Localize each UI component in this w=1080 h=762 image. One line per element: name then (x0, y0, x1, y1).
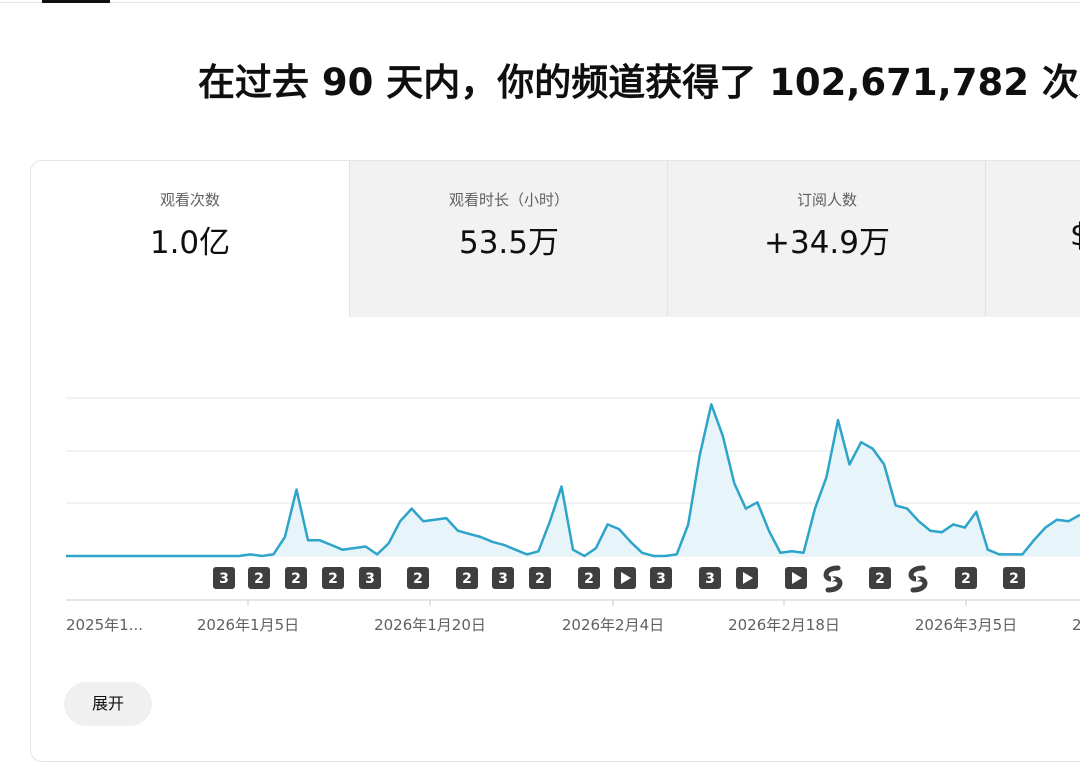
marker-count: 2 (535, 571, 545, 587)
x-tick-label: 2026年3月5日 (915, 616, 1017, 634)
x-tick-label: 2026年2月18日 (728, 616, 840, 634)
video-count-marker[interactable]: 2 (285, 567, 307, 589)
video-count-marker[interactable]: 2 (1003, 567, 1025, 589)
shorts-marker-icon[interactable] (908, 565, 928, 593)
marker-count: 2 (462, 571, 472, 587)
marker-count: 2 (584, 571, 594, 587)
video-count-marker[interactable]: 3 (213, 567, 235, 589)
video-count-marker[interactable]: 2 (407, 567, 429, 589)
video-count-marker[interactable]: 3 (699, 567, 721, 589)
x-tick-label: 2026年1月20日 (374, 616, 486, 634)
marker-count: 3 (219, 571, 229, 587)
video-count-marker[interactable]: 2 (955, 567, 977, 589)
series-area (66, 404, 1080, 556)
shorts-marker-icon[interactable] (823, 565, 843, 593)
marker-count: 2 (1009, 571, 1019, 587)
x-tick-label: 2026年1月5日 (197, 616, 299, 634)
video-count-marker[interactable]: 2 (456, 567, 478, 589)
video-marker-play-icon[interactable] (614, 567, 636, 589)
marker-count: 2 (875, 571, 885, 587)
marker-count: 2 (291, 571, 301, 587)
video-count-marker[interactable]: 2 (248, 567, 270, 589)
marker-count: 3 (498, 571, 508, 587)
marker-count: 3 (656, 571, 666, 587)
video-count-marker[interactable]: 3 (492, 567, 514, 589)
marker-count: 2 (254, 571, 264, 587)
x-tick-label: 2 (1072, 616, 1080, 634)
video-count-marker[interactable]: 3 (359, 567, 381, 589)
marker-count: 2 (328, 571, 338, 587)
video-count-marker[interactable]: 2 (869, 567, 891, 589)
marker-count: 2 (413, 571, 423, 587)
expand-button[interactable]: 展开 (64, 682, 152, 726)
video-count-marker[interactable]: 3 (650, 567, 672, 589)
x-tick-label: 2026年2月4日 (562, 616, 664, 634)
video-count-marker[interactable]: 2 (322, 567, 344, 589)
video-count-marker[interactable]: 2 (529, 567, 551, 589)
marker-count: 3 (365, 571, 375, 587)
video-marker-play-icon[interactable] (736, 567, 758, 589)
marker-count: 2 (961, 571, 971, 587)
x-tick-label: 2025年1... (66, 616, 143, 634)
views-chart: 2025年1... 2026年1月5日 2026年1月20日 2026年2月4日 202… (66, 397, 1080, 634)
marker-count: 3 (705, 571, 715, 587)
video-marker-play-icon[interactable] (785, 567, 807, 589)
video-count-marker[interactable]: 2 (578, 567, 600, 589)
